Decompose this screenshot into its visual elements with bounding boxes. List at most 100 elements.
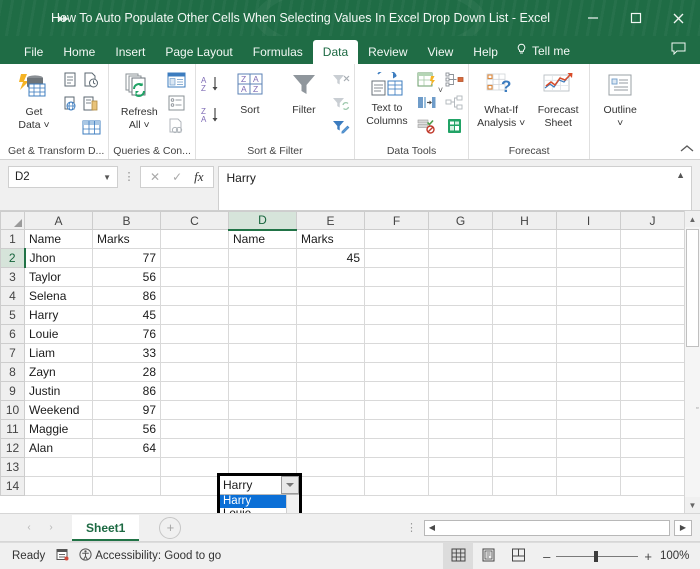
cell-d7[interactable] — [228, 343, 297, 363]
data-validation-dropdown-caret[interactable]: ˅ — [438, 69, 443, 95]
cell-d12[interactable] — [228, 438, 297, 458]
cell-a5[interactable]: Harry — [24, 305, 93, 325]
cell-a11[interactable]: Maggie — [24, 419, 93, 439]
zoom-slider[interactable] — [556, 550, 639, 562]
cell-c8[interactable] — [160, 362, 229, 382]
column-header-d[interactable]: D — [228, 211, 297, 231]
cell-b3[interactable]: 56 — [92, 267, 161, 287]
cell-e11[interactable] — [296, 419, 365, 439]
maximize-button[interactable] — [614, 0, 657, 36]
column-header-b[interactable]: B — [92, 211, 161, 230]
cell-h1[interactable] — [492, 229, 557, 249]
cell-b6[interactable]: 76 — [92, 324, 161, 344]
cell-d10[interactable] — [228, 400, 297, 420]
cell-c4[interactable] — [160, 286, 229, 306]
cell-g12[interactable] — [428, 438, 493, 458]
row-header-8[interactable]: 8 — [0, 362, 25, 382]
cell-i12[interactable] — [556, 438, 621, 458]
cell-b14[interactable] — [92, 476, 161, 496]
cell-f3[interactable] — [364, 267, 429, 287]
cell-a10[interactable]: Weekend — [24, 400, 93, 420]
accessibility-status[interactable]: Accessibility: Good to go — [79, 548, 221, 564]
cell-g8[interactable] — [428, 362, 493, 382]
cell-h14[interactable] — [492, 476, 557, 496]
cell-i5[interactable] — [556, 305, 621, 325]
scroll-up-button[interactable]: ▲ — [684, 211, 700, 227]
cell-i11[interactable] — [556, 419, 621, 439]
tell-me-box[interactable]: Tell me — [508, 39, 578, 64]
sort-za-icon[interactable]: ZA — [200, 106, 222, 129]
cell-f13[interactable] — [364, 457, 429, 477]
cell-c9[interactable] — [160, 381, 229, 401]
cell-h2[interactable] — [492, 248, 557, 268]
cell-b8[interactable]: 28 — [92, 362, 161, 382]
cell-c5[interactable] — [160, 305, 229, 325]
cell-f14[interactable] — [364, 476, 429, 496]
comment-icon[interactable] — [671, 39, 700, 64]
cell-j14[interactable] — [620, 476, 685, 496]
row-header-7[interactable]: 7 — [0, 343, 25, 363]
formula-input[interactable]: Harry ▲ — [217, 166, 692, 210]
cell-e1[interactable]: Marks — [296, 229, 365, 249]
cell-j11[interactable] — [620, 419, 685, 439]
cell-e14[interactable] — [296, 476, 365, 496]
record-macro-icon[interactable] — [55, 548, 69, 564]
scroll-left-button[interactable]: ◀ — [425, 520, 439, 535]
zoom-level-label[interactable]: 100% — [660, 550, 700, 562]
cell-a6[interactable]: Louie — [24, 324, 93, 344]
dropdown-selected-cell[interactable]: Harry — [220, 476, 299, 495]
vertical-scrollbar[interactable]: ▲ ▫ ▼ — [684, 211, 700, 513]
cell-j2[interactable] — [620, 248, 685, 268]
consolidate-icon[interactable] — [445, 72, 464, 93]
from-web-icon[interactable] — [82, 72, 99, 94]
dropdown-arrow-icon[interactable] — [281, 476, 299, 494]
row-header-1[interactable]: 1 — [0, 229, 25, 249]
cell-h3[interactable] — [492, 267, 557, 287]
cell-c6[interactable] — [160, 324, 229, 344]
cell-i9[interactable] — [556, 381, 621, 401]
properties-icon[interactable] — [167, 95, 186, 116]
cell-c12[interactable] — [160, 438, 229, 458]
row-header-11[interactable]: 11 — [0, 419, 25, 439]
from-text-csv-icon[interactable] — [62, 72, 79, 94]
data-validation-icon[interactable] — [417, 118, 436, 139]
sort-button[interactable]: Z A A Z Sort — [224, 69, 276, 116]
cell-j12[interactable] — [620, 438, 685, 458]
column-header-j[interactable]: J — [620, 211, 685, 230]
cell-e7[interactable] — [296, 343, 365, 363]
add-sheet-button[interactable]: + — [159, 516, 182, 539]
cell-j4[interactable] — [620, 286, 685, 306]
filter-button[interactable]: Filter — [278, 69, 330, 116]
text-to-columns-button[interactable]: Text to Columns — [359, 69, 415, 127]
flash-fill-icon[interactable] — [417, 72, 436, 93]
prev-sheet-button[interactable]: ‹ — [18, 522, 40, 533]
chevron-up-icon[interactable]: ▲ — [676, 170, 685, 180]
cell-b11[interactable]: 56 — [92, 419, 161, 439]
minimize-button[interactable] — [571, 0, 614, 36]
cell-f8[interactable] — [364, 362, 429, 382]
cell-e5[interactable] — [296, 305, 365, 325]
edit-links-icon[interactable] — [167, 118, 186, 139]
cell-j10[interactable] — [620, 400, 685, 420]
tab-page-layout[interactable]: Page Layout — [155, 40, 242, 64]
cell-i10[interactable] — [556, 400, 621, 420]
cancel-x-icon[interactable]: ✕ — [150, 170, 160, 184]
cell-f6[interactable] — [364, 324, 429, 344]
cell-i6[interactable] — [556, 324, 621, 344]
list-item[interactable]: Louie — [220, 508, 286, 513]
column-header-g[interactable]: G — [428, 211, 493, 230]
cell-c10[interactable] — [160, 400, 229, 420]
vertical-scroll-thumb[interactable] — [685, 229, 699, 347]
scroll-right-button[interactable]: ▶ — [674, 519, 692, 536]
tab-formulas[interactable]: Formulas — [243, 40, 313, 64]
tab-help[interactable]: Help — [463, 40, 508, 64]
cell-j5[interactable] — [620, 305, 685, 325]
cell-d2[interactable] — [228, 248, 297, 268]
cell-g1[interactable] — [428, 229, 493, 249]
column-header-h[interactable]: H — [492, 211, 557, 230]
column-header-f[interactable]: F — [364, 211, 429, 230]
cell-a12[interactable]: Alan — [24, 438, 93, 458]
cell-a13[interactable] — [24, 457, 93, 477]
cell-i7[interactable] — [556, 343, 621, 363]
cell-e3[interactable] — [296, 267, 365, 287]
